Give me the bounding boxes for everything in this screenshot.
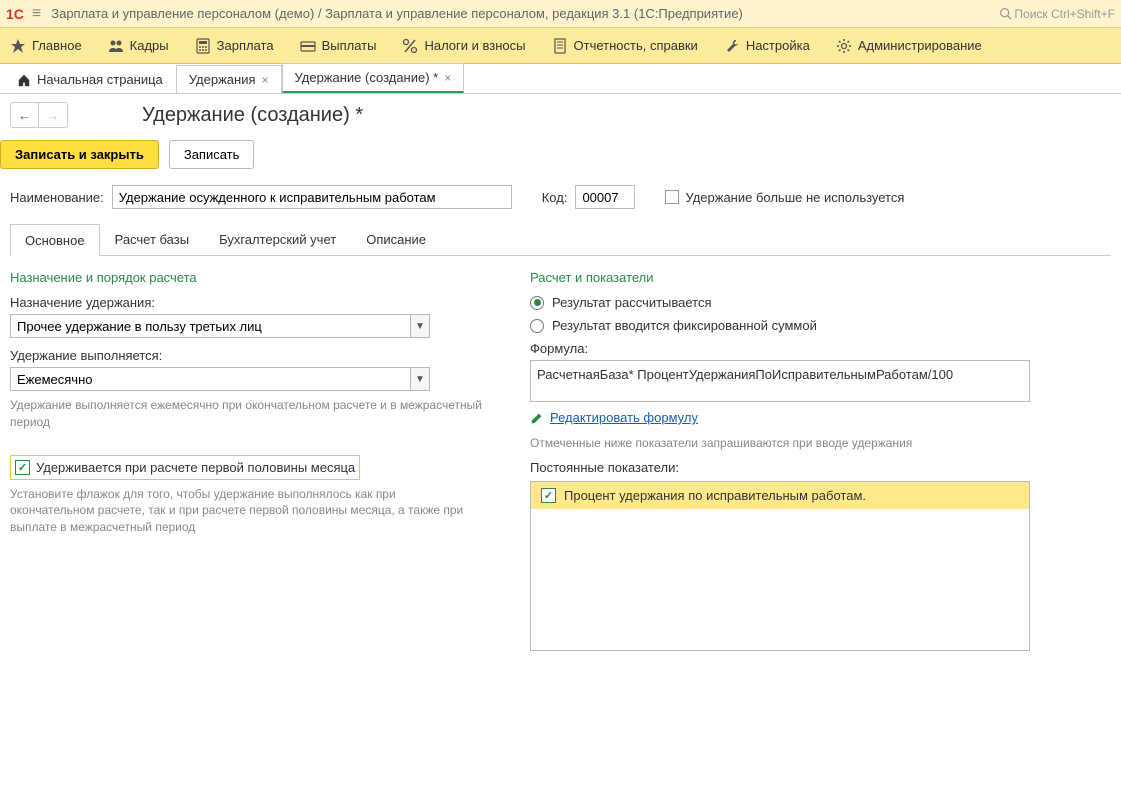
star-icon xyxy=(10,38,26,54)
section-purpose: Назначение и порядок расчета xyxy=(10,270,490,285)
close-icon[interactable]: × xyxy=(262,73,269,87)
formula-box: РасчетнаяБаза* ПроцентУдержанияПоИсправи… xyxy=(530,360,1030,402)
section-calc: Расчет и показатели xyxy=(530,270,1030,285)
close-icon[interactable]: × xyxy=(444,71,451,85)
window-title: Зарплата и управление персоналом (демо) … xyxy=(51,6,999,21)
menu-settings-label: Настройка xyxy=(746,38,810,53)
menu-taxes-label: Налоги и взносы xyxy=(424,38,525,53)
percent-icon xyxy=(402,38,418,54)
menu-admin-label: Администрирование xyxy=(858,38,982,53)
name-label: Наименование: xyxy=(10,190,104,205)
app-logo: 1С xyxy=(6,6,24,22)
inner-tab-base[interactable]: Расчет базы xyxy=(100,223,205,255)
indicator-label: Процент удержания по исправительным рабо… xyxy=(564,488,866,503)
purpose-select[interactable] xyxy=(10,314,410,338)
nav-back[interactable]: ← xyxy=(11,103,39,127)
indicators-hint: Отмеченные ниже показатели запрашиваются… xyxy=(530,435,1030,452)
indicator-row[interactable]: ✓ Процент удержания по исправительным ра… xyxy=(531,482,1029,509)
menu-payments-label: Выплаты xyxy=(322,38,377,53)
toolbar: Записать и закрыть Записать xyxy=(0,136,1121,181)
nav-forward[interactable]: → xyxy=(39,103,67,127)
radio-calculated-label: Результат рассчитывается xyxy=(552,295,712,310)
first-half-label: Удерживается при расчете первой половины… xyxy=(36,460,355,475)
nav-arrows: ← → xyxy=(10,102,68,128)
menu-salary-label: Зарплата xyxy=(217,38,274,53)
menu-payments[interactable]: Выплаты xyxy=(300,38,377,54)
left-column: Назначение и порядок расчета Назначение … xyxy=(10,270,490,651)
menu-main[interactable]: Главное xyxy=(10,38,82,54)
wrench-icon xyxy=(724,38,740,54)
radio-fixed-label: Результат вводится фиксированной суммой xyxy=(552,318,817,333)
save-button[interactable]: Записать xyxy=(169,140,255,169)
tab-deductions[interactable]: Удержания × xyxy=(176,65,282,93)
people-icon xyxy=(108,38,124,54)
indicators-label: Постоянные показатели: xyxy=(530,460,1030,475)
name-input[interactable] xyxy=(112,185,512,209)
not-used-label: Удержание больше не используется xyxy=(685,190,904,205)
inner-tabs: Основное Расчет базы Бухгалтерский учет … xyxy=(10,223,1111,256)
indicator-checkbox[interactable]: ✓ xyxy=(541,488,556,503)
tab-deductions-label: Удержания xyxy=(189,72,256,87)
code-label: Код: xyxy=(542,190,568,205)
first-half-checkbox-wrap: ✓ Удерживается при расчете первой полови… xyxy=(10,455,360,480)
first-half-hint: Установите флажок для того, чтобы удержа… xyxy=(10,486,480,536)
tabbar: Начальная страница Удержания × Удержание… xyxy=(0,64,1121,94)
menu-salary[interactable]: Зарплата xyxy=(195,38,274,54)
performed-select[interactable] xyxy=(10,367,410,391)
radio-fixed[interactable] xyxy=(530,319,544,333)
save-close-button[interactable]: Записать и закрыть xyxy=(0,140,159,169)
indicators-list: ✓ Процент удержания по исправительным ра… xyxy=(530,481,1030,651)
nav-row: ← → Удержание (создание) * xyxy=(0,94,1121,136)
inner-tab-main[interactable]: Основное xyxy=(10,224,100,256)
inner-tab-accounting[interactable]: Бухгалтерский учет xyxy=(204,223,351,255)
not-used-checkbox[interactable] xyxy=(665,190,679,204)
formula-label: Формула: xyxy=(530,341,1030,356)
menu-reports[interactable]: Отчетность, справки xyxy=(552,38,698,54)
menu-taxes[interactable]: Налоги и взносы xyxy=(402,38,525,54)
page-title: Удержание (создание) * xyxy=(142,104,363,127)
gear-icon xyxy=(836,38,852,54)
tab-home[interactable]: Начальная страница xyxy=(4,65,176,93)
performed-hint: Удержание выполняется ежемесячно при око… xyxy=(10,397,490,431)
radio-calculated[interactable] xyxy=(530,296,544,310)
content: Назначение и порядок расчета Назначение … xyxy=(0,256,1121,665)
code-input[interactable] xyxy=(575,185,635,209)
performed-label: Удержание выполняется: xyxy=(10,348,490,363)
search-icon xyxy=(999,7,1012,20)
titlebar: 1С ≡ Зарплата и управление персоналом (д… xyxy=(0,0,1121,28)
chevron-down-icon[interactable]: ▼ xyxy=(410,314,430,338)
edit-formula-link[interactable]: Редактировать формулу xyxy=(550,410,698,425)
tab-deduction-create[interactable]: Удержание (создание) * × xyxy=(282,63,465,93)
menu-settings[interactable]: Настройка xyxy=(724,38,810,54)
menu-personnel[interactable]: Кадры xyxy=(108,38,169,54)
first-half-checkbox[interactable]: ✓ xyxy=(15,460,30,475)
calc-icon xyxy=(195,38,211,54)
inner-tab-description[interactable]: Описание xyxy=(351,223,441,255)
purpose-label: Назначение удержания: xyxy=(10,295,490,310)
menu-main-label: Главное xyxy=(32,38,82,53)
global-search[interactable]: Поиск Ctrl+Shift+F xyxy=(999,7,1115,21)
home-icon xyxy=(17,73,31,87)
header-fields: Наименование: Код: Удержание больше не и… xyxy=(0,181,1121,223)
report-icon xyxy=(552,38,568,54)
chevron-down-icon[interactable]: ▼ xyxy=(410,367,430,391)
pencil-icon xyxy=(530,411,544,425)
menubar: Главное Кадры Зарплата Выплаты Налоги и … xyxy=(0,28,1121,64)
wallet-icon xyxy=(300,38,316,54)
tab-deduction-create-label: Удержание (создание) * xyxy=(295,70,439,85)
tab-home-label: Начальная страница xyxy=(37,72,163,87)
menu-admin[interactable]: Администрирование xyxy=(836,38,982,54)
search-placeholder: Поиск Ctrl+Shift+F xyxy=(1014,7,1115,21)
right-column: Расчет и показатели Результат рассчитыва… xyxy=(530,270,1030,651)
menu-personnel-label: Кадры xyxy=(130,38,169,53)
hamburger-icon[interactable]: ≡ xyxy=(32,5,41,23)
menu-reports-label: Отчетность, справки xyxy=(574,38,698,53)
